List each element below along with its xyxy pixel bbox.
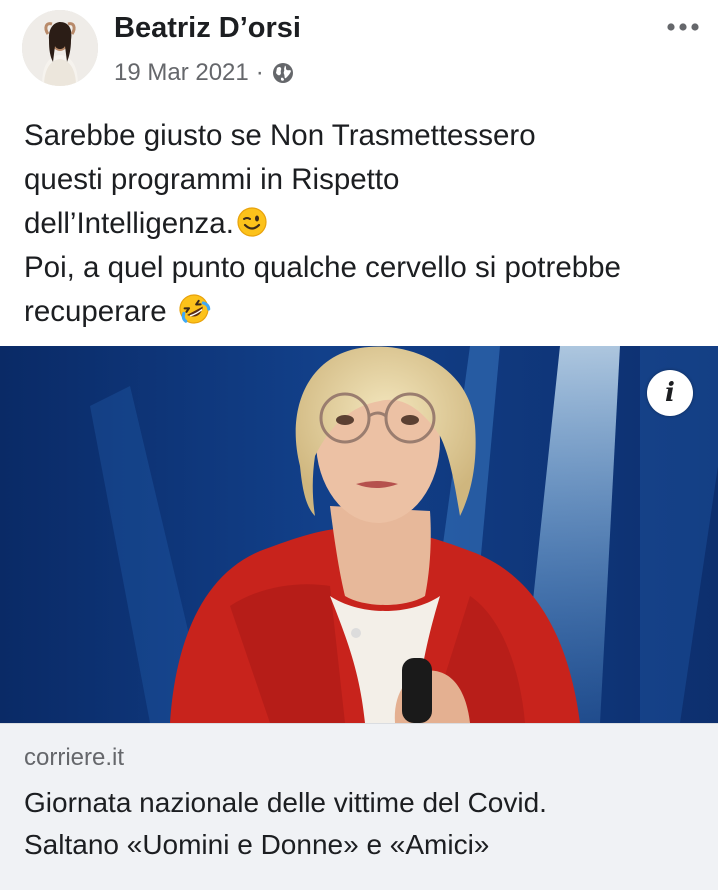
link-title: Giornata nazionale delle vittime del Cov… [24,782,704,866]
link-preview-footer[interactable]: corriere.it Giornata nazionale delle vit… [0,723,718,890]
post-text-line: dell’Intelligenza. [24,202,704,246]
info-icon: i [665,378,675,408]
post-text-line: recuperare [24,290,704,334]
winking-face-emoji [236,206,268,238]
globe-icon [272,62,294,84]
more-options-icon [667,23,699,31]
link-preview-image[interactable] [0,346,718,723]
rolling-on-floor-laughing-emoji [177,292,211,324]
post-text-line: Sarebbe giusto se Non Trasmettessero [24,119,536,152]
post-header: Beatriz D’orsi 19 Mar 2021 · [0,0,718,110]
post-text-line: questi programmi in Rispetto [24,163,400,196]
post-meta: 19 Mar 2021 · [114,58,294,88]
link-domain: corriere.it [24,744,125,771]
more-options-button[interactable] [660,12,706,42]
post-text: Sarebbe giusto se Non Trasmettessero que… [24,114,704,334]
author-name[interactable]: Beatriz D’orsi [114,12,301,45]
avatar[interactable] [22,10,98,86]
meta-separator: · [255,59,264,86]
post-text-line: Poi, a quel punto qualche cervello si po… [24,251,621,284]
link-title-line: Saltano «Uomini e Donne» e «Amici» [24,829,490,860]
info-button[interactable]: i [647,370,693,416]
link-title-line: Giornata nazionale delle vittime del Cov… [24,787,547,818]
post-date[interactable]: 19 Mar 2021 [114,59,249,87]
